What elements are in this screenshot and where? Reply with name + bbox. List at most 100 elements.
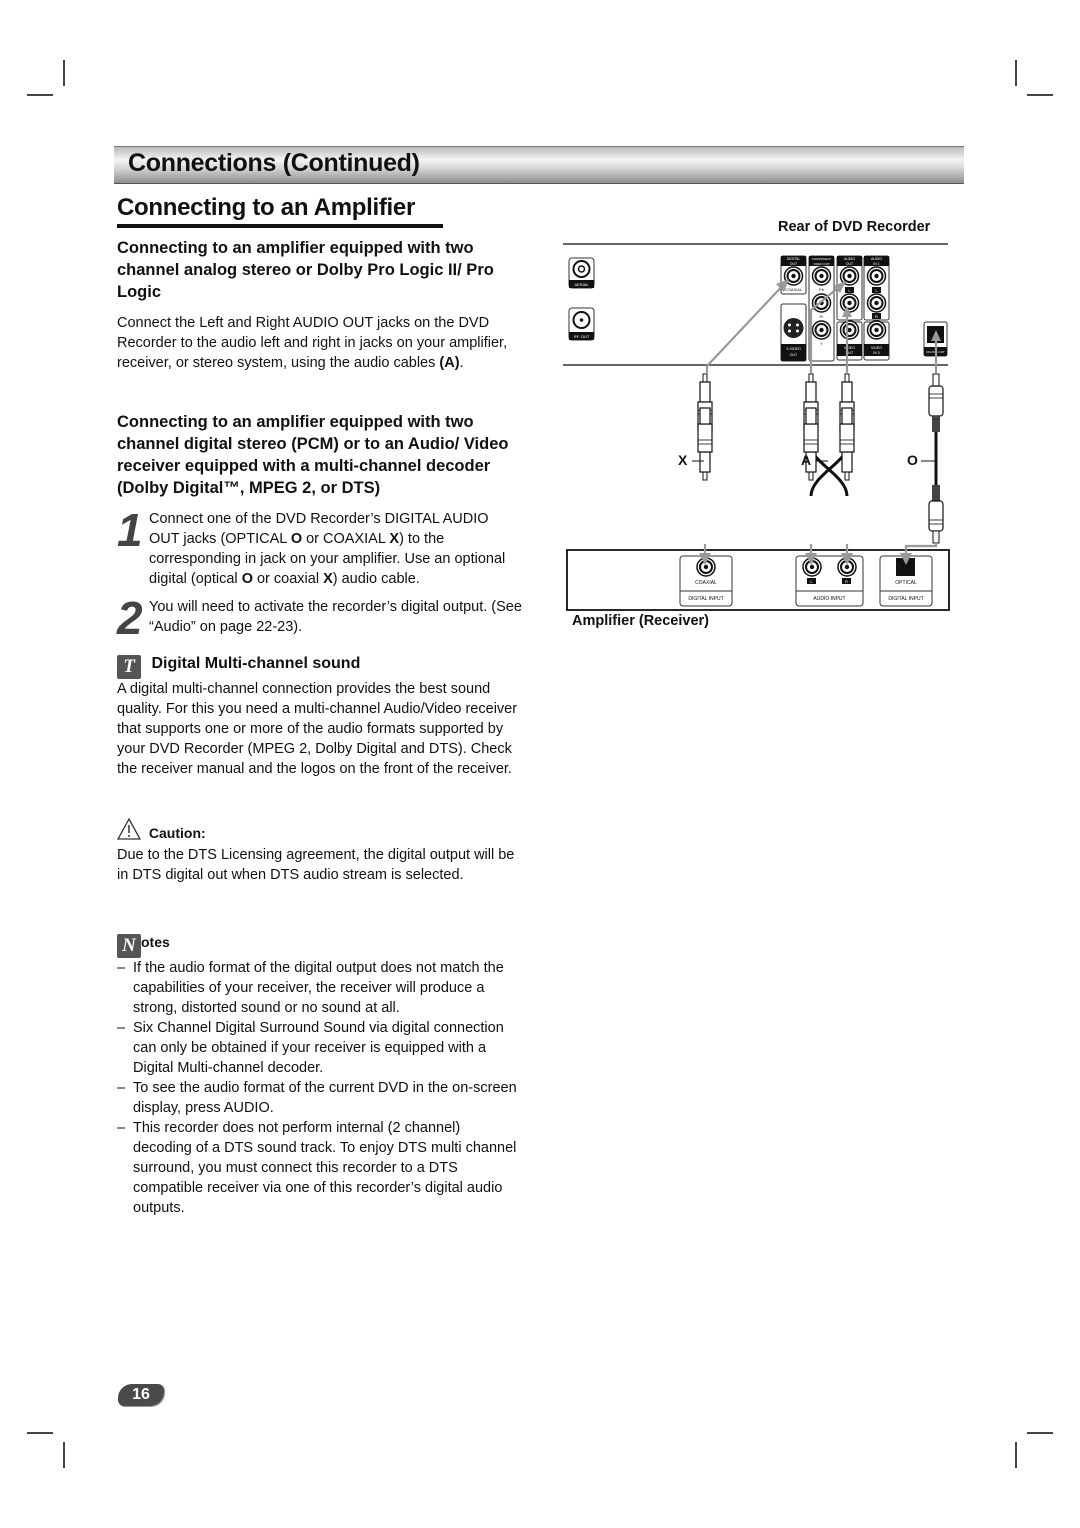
audio-in1-label: AUDIO xyxy=(871,257,882,261)
tip-icon: T xyxy=(117,655,141,679)
crop-mark xyxy=(27,94,53,96)
rf-out-label: RF. OUT xyxy=(574,334,590,339)
step-text: ) audio cable. xyxy=(332,571,420,587)
tip-section: T Digital Multi-channel sound A digital … xyxy=(117,652,522,779)
crop-mark xyxy=(27,1432,53,1434)
note-item: – To see the audio format of the current … xyxy=(117,1078,522,1118)
component-label: VIDEO OUT xyxy=(813,262,830,266)
crop-mark xyxy=(1015,60,1017,86)
cable-ref-a: (A) xyxy=(439,355,460,371)
crop-mark xyxy=(1027,1432,1053,1434)
y-label: Y xyxy=(820,341,823,346)
cable-label-o-text: O xyxy=(907,452,918,468)
video-in3-label: VIDEO xyxy=(871,346,882,350)
tip-body: A digital multi-channel connection provi… xyxy=(117,681,518,777)
cable-ref-o: O xyxy=(241,571,253,587)
step-2: 2 You will need to activate the recorder… xyxy=(117,595,522,641)
recorder-label: Rear of DVD Recorder xyxy=(778,219,931,235)
title-underline xyxy=(117,224,443,228)
crop-mark xyxy=(63,60,65,86)
cable-label-a-text: A xyxy=(801,452,812,468)
amp-digital-input-label: DIGITAL INPUT xyxy=(888,596,923,602)
digital-section: Connecting to an amplifier equipped with… xyxy=(117,411,522,641)
step-number: 2 xyxy=(117,592,143,644)
note-item: – This recorder does not perform internal… xyxy=(117,1118,522,1218)
audio-in1-label: IN 1 xyxy=(873,262,879,266)
note-dash: – xyxy=(117,960,126,976)
video-in3-label: IN 3 xyxy=(873,351,879,355)
video-in3-jack: VIDEO IN 3 xyxy=(863,320,890,361)
caution-section: Caution: Due to the DTS Licensing agreem… xyxy=(116,817,522,885)
coaxial-label: COAXIAL xyxy=(785,287,803,292)
r-label: R xyxy=(875,314,878,319)
warning-triangle-icon xyxy=(116,817,142,840)
audio-out-label: OUT xyxy=(846,262,854,266)
step-text: or coaxial xyxy=(252,571,324,587)
svideo-label: S-VIDEO xyxy=(786,347,801,351)
tip-header: T Digital Multi-channel sound xyxy=(117,652,522,679)
caution-header: Caution: xyxy=(116,817,522,845)
rf-out-jack: RF. OUT xyxy=(568,307,595,341)
caution-body: Due to the DTS Licensing agreement, the … xyxy=(117,847,515,883)
video-out-label: VIDEO xyxy=(844,346,855,350)
step-number: 1 xyxy=(117,504,143,556)
notes-heading: otes xyxy=(141,934,170,950)
pr-label: Pr xyxy=(820,314,825,319)
amp-coaxial-label: COAXIAL xyxy=(695,580,717,586)
amplifier-label: Amplifier (Receiver) xyxy=(572,613,709,629)
note-text: This recorder does not perform internal … xyxy=(133,1120,517,1216)
audio-in1-jacks: AUDIO IN 1 L R xyxy=(863,255,890,321)
notes-icon: N xyxy=(117,934,141,958)
analog-body: Connect the Left and Right AUDIO OUT jac… xyxy=(117,313,522,373)
svideo-label: OUT xyxy=(790,353,798,357)
step-1: 1 Connect one of the DVD Recorder’s DIGI… xyxy=(117,504,522,589)
aerial-jack: AERIAL xyxy=(568,257,595,289)
amp-optical-label: OPTICAL xyxy=(895,580,917,586)
digital-heading: Connecting to an amplifier equipped with… xyxy=(117,413,509,497)
note-item: – Six Channel Digital Surround Sound via … xyxy=(117,1018,522,1078)
note-text: To see the audio format of the current D… xyxy=(133,1080,517,1116)
amp-coaxial-input: COAXIAL DIGITAL INPUT xyxy=(679,555,733,607)
note-item: – If the audio format of the digital outp… xyxy=(117,958,522,1018)
aerial-label: AERIAL xyxy=(574,282,589,287)
note-text: Six Channel Digital Surround Sound via d… xyxy=(133,1020,504,1076)
pb-label: Pb xyxy=(819,287,825,292)
analog-heading: Connecting to an amplifier equipped with… xyxy=(117,239,494,301)
notes-header: Notes xyxy=(117,930,522,958)
notes-section: Notes – If the audio format of the digita… xyxy=(117,930,522,1218)
digital-out-label: OUT xyxy=(790,262,798,266)
note-dash: – xyxy=(117,1020,126,1036)
cable-ref-x: X xyxy=(389,531,400,547)
note-dash: – xyxy=(117,1080,126,1096)
step-2-text: You will need to activate the recorder’s… xyxy=(149,599,522,635)
coaxial-cable-x xyxy=(697,373,713,481)
cable-label-x-text: X xyxy=(678,452,688,468)
amp-digital-input-label: DIGITAL INPUT xyxy=(688,596,723,602)
cable-ref-x: X xyxy=(323,571,333,587)
cable-ref-o: O xyxy=(290,531,303,547)
note-text: If the audio format of the digital outpu… xyxy=(133,960,504,1016)
step-text: or COAXIAL xyxy=(302,531,390,547)
crop-mark xyxy=(1027,94,1053,96)
video-out-jack: VIDEO OUT xyxy=(836,320,863,361)
digital-out-label: DIGITAL xyxy=(787,257,800,261)
audio-out-label: AUDIO xyxy=(844,257,855,261)
page-title: Connecting to an Amplifier xyxy=(117,194,415,221)
audio-cable-a xyxy=(803,373,855,497)
section-title: Connections (Continued) xyxy=(128,149,420,177)
s-video-out-jack: S-VIDEO OUT xyxy=(780,303,807,362)
crop-mark xyxy=(63,1442,65,1468)
tip-heading: Digital Multi-channel sound xyxy=(151,655,361,672)
analog-body-end: . xyxy=(459,355,464,371)
connection-diagram: AERIAL RF. OUT DIGITAL OUT COAXIAL COMPO… xyxy=(563,243,950,611)
note-dash: – xyxy=(117,1120,126,1136)
analog-section: Connecting to an amplifier equipped with… xyxy=(117,237,522,373)
caution-heading: Caution: xyxy=(148,825,206,841)
step-1-text: Connect one of the DVD Recorder’s DIGITA… xyxy=(149,509,522,589)
component-label: COMPONENT xyxy=(812,257,832,261)
page-number: 16 xyxy=(118,1384,164,1406)
section-header-bar: Connections (Continued) xyxy=(114,146,964,184)
amp-audio-input: L R AUDIO INPUT xyxy=(795,555,864,607)
optical-cable-o xyxy=(928,373,944,544)
amp-r-label: R xyxy=(845,579,848,584)
